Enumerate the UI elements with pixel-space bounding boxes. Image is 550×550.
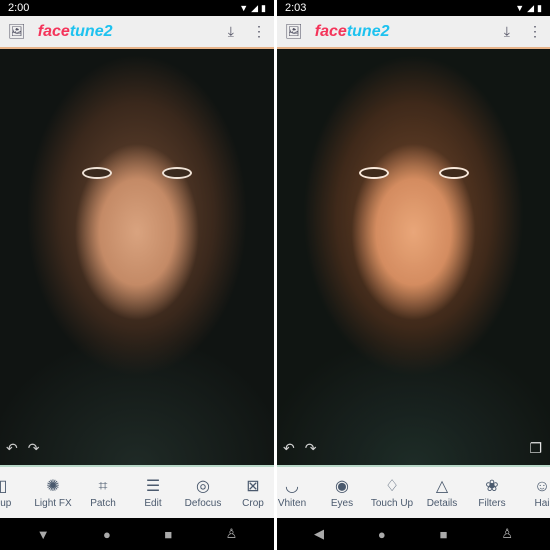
- recents-icon[interactable]: ■: [164, 527, 172, 542]
- sliders-icon: ☰: [145, 478, 161, 495]
- tool-light-fx[interactable]: ✺ Light FX: [28, 476, 78, 509]
- crop-icon: ⊠: [246, 478, 260, 495]
- photo-canvas[interactable]: ↶ ↷ ❐: [277, 49, 550, 465]
- eye-icon: ◉: [335, 478, 349, 495]
- wifi-icon: ▼: [515, 3, 525, 13]
- tool-label: Crop: [242, 498, 264, 509]
- tool-label: Patch: [90, 498, 116, 509]
- tool-defocus[interactable]: ◎ Defocus: [178, 476, 228, 509]
- tool-crop[interactable]: ⊠ Crop: [228, 476, 274, 509]
- undo-icon[interactable]: ↶: [283, 440, 295, 457]
- back-icon[interactable]: ◀: [314, 526, 324, 542]
- home-icon[interactable]: ●: [378, 527, 386, 542]
- tool-touch-up[interactable]: ♢ Touch Up: [367, 476, 417, 509]
- tool-vhiten[interactable]: ◡ Vhiten: [277, 476, 317, 509]
- makeup-icon: ▯: [0, 478, 8, 495]
- clock: 2:03: [285, 2, 307, 14]
- gallery-icon[interactable]: 🖼: [8, 23, 26, 40]
- gallery-icon[interactable]: 🖼: [285, 23, 303, 40]
- battery-icon: ▮: [261, 2, 266, 13]
- tool-hai[interactable]: ☺ Hai: [517, 476, 550, 509]
- hair-icon: ☺: [533, 478, 550, 495]
- tool-label: Details: [426, 498, 458, 509]
- tool-label: Touch Up: [370, 498, 414, 509]
- nav-bar: ▼ ● ■ ♙: [0, 518, 274, 550]
- redo-icon[interactable]: ↷: [305, 440, 317, 457]
- app-bar: 🖼 facetune2 ⤓ ⋮: [0, 16, 274, 49]
- logo: facetune2: [314, 22, 390, 40]
- back-icon[interactable]: ▼: [37, 527, 50, 542]
- patch-icon: ⌗: [98, 478, 108, 495]
- tool-eyes[interactable]: ◉ Eyes: [317, 476, 367, 509]
- tool-label: eup: [0, 498, 12, 509]
- accessibility-icon[interactable]: ♙: [501, 526, 513, 542]
- tool-label: Defocus: [184, 498, 222, 509]
- download-icon[interactable]: ⤓: [228, 23, 234, 40]
- wifi-icon: ▼: [239, 3, 249, 13]
- tool-label: Vhiten: [277, 498, 307, 509]
- right-phone-screen: 2:03 ▼ ◢ ▮ 🖼 facetune2 ⤓ ⋮ ↶ ↷ ❐ ◡ Vhiten ◉ Eye…: [277, 0, 550, 550]
- status-bar: 2:00 ▼ ◢ ▮: [0, 0, 274, 16]
- tool-details[interactable]: △ Details: [417, 476, 467, 509]
- compare-icon[interactable]: ❐: [529, 440, 542, 457]
- undo-icon[interactable]: ↶: [6, 440, 18, 457]
- redo-icon[interactable]: ↷: [28, 440, 40, 457]
- tool-patch[interactable]: ⌗ Patch: [78, 476, 128, 509]
- triangle-icon: △: [435, 478, 449, 495]
- tools-bar: ◡ Vhiten ◉ Eyes ♢ Touch Up △ Details ❀ Filters ☺ Ha…: [277, 465, 550, 518]
- filters-icon: ❀: [485, 478, 499, 495]
- tool-label: Light FX: [34, 498, 72, 509]
- clock: 2:00: [8, 2, 30, 14]
- status-bar: 2:03 ▼ ◢ ▮: [277, 0, 550, 16]
- battery-icon: ▮: [537, 2, 542, 13]
- tool-label: Hai: [534, 498, 550, 509]
- left-phone-screen: 2:00▼◢▮ 🖼 facetune2 ⤓ ⋮ ↶↷ ▯eup✺Light FX…: [0, 0, 274, 550]
- home-icon[interactable]: ●: [103, 527, 111, 542]
- more-icon[interactable]: ⋮: [528, 23, 542, 40]
- defocus-icon: ◎: [196, 478, 210, 495]
- signal-icon: ◢: [251, 2, 259, 13]
- drop-icon: ♢: [384, 478, 400, 495]
- tool-label: Edit: [144, 498, 162, 509]
- logo: facetune2: [37, 22, 113, 40]
- nav-bar: ◀ ● ■ ♙: [277, 518, 550, 550]
- tool-eup[interactable]: ▯ eup: [0, 476, 28, 509]
- accessibility-icon[interactable]: ♙: [226, 526, 238, 542]
- light-fx-icon: ✺: [46, 478, 60, 495]
- photo-canvas[interactable]: ↶ ↷: [0, 49, 274, 465]
- tool-edit[interactable]: ☰ Edit: [128, 476, 178, 509]
- tools-bar: ▯ eup ✺ Light FX ⌗ Patch ☰ Edit ◎ Defocus ⊠ Crop: [0, 465, 274, 518]
- whiten-icon: ◡: [285, 478, 299, 495]
- recents-icon[interactable]: ■: [440, 527, 448, 542]
- signal-icon: ◢: [527, 2, 535, 13]
- tool-label: Eyes: [330, 498, 354, 509]
- tool-label: Filters: [478, 498, 506, 509]
- more-icon[interactable]: ⋮: [252, 23, 266, 40]
- tool-filters[interactable]: ❀ Filters: [467, 476, 517, 509]
- download-icon[interactable]: ⤓: [504, 23, 510, 40]
- app-bar: 🖼 facetune2 ⤓ ⋮: [277, 16, 550, 49]
